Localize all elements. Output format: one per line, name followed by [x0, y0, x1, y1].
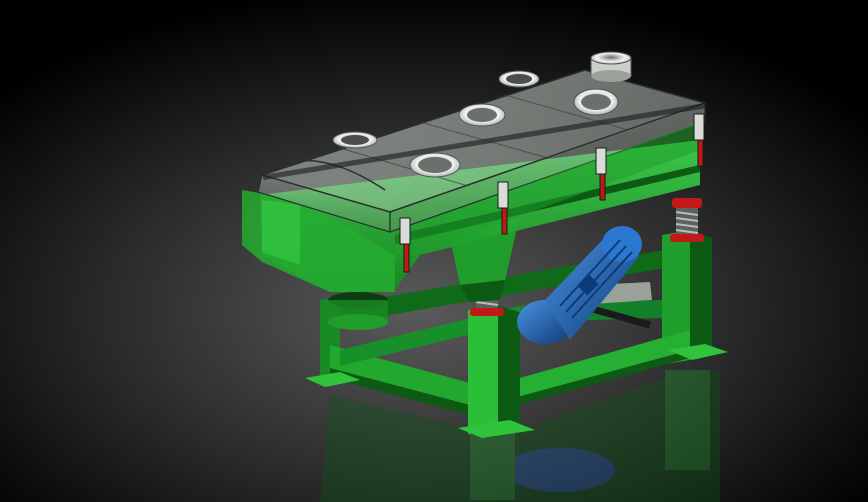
machine-scene: [0, 0, 868, 502]
inlet-port-3: [458, 103, 506, 127]
inlet-port-1: [332, 131, 378, 149]
inlet-port-2: [409, 152, 461, 178]
inlet-port-5: [573, 88, 619, 116]
render-stage: [0, 0, 868, 502]
inlet-port-feed: [590, 51, 632, 82]
inlet-port-4: [498, 70, 540, 88]
